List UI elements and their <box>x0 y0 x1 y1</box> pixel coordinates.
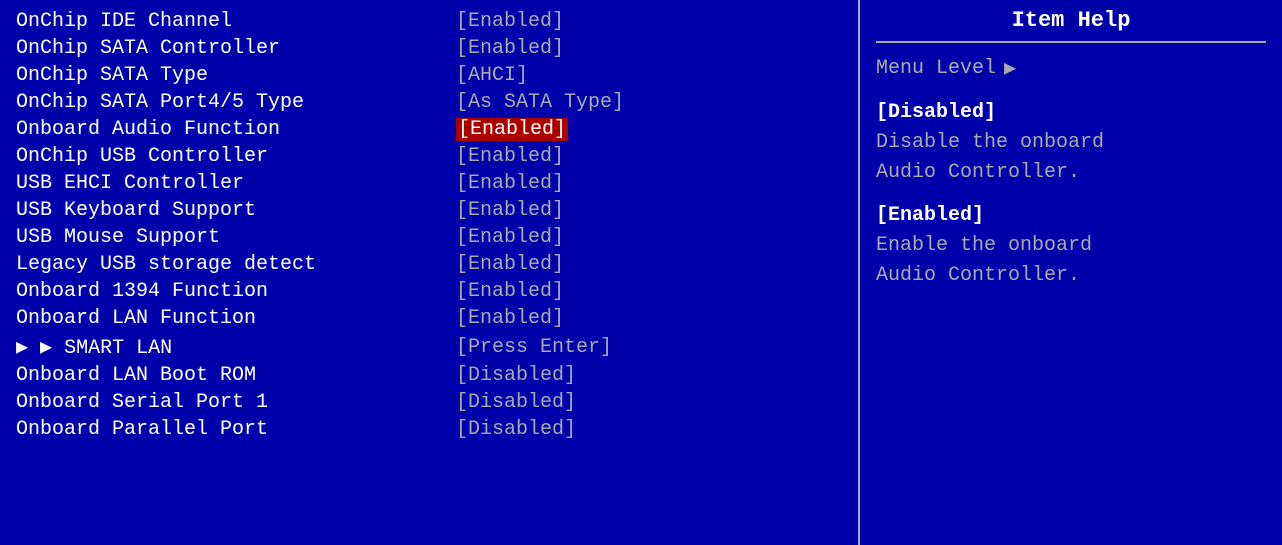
row-label: Onboard LAN Function <box>16 307 456 330</box>
table-row[interactable]: ▶ SMART LAN[Press Enter] <box>16 332 842 362</box>
row-label: ▶ SMART LAN <box>16 334 456 360</box>
table-row[interactable]: Onboard Audio Function[Enabled] <box>16 116 842 143</box>
help-enabled-line1: Enable the onboard <box>876 231 1266 261</box>
row-value: [Enabled] <box>456 280 564 303</box>
table-row[interactable]: OnChip SATA Port4/5 Type[As SATA Type] <box>16 89 842 116</box>
table-row[interactable]: USB Mouse Support[Enabled] <box>16 224 842 251</box>
help-disabled-section: [Disabled] Disable the onboard Audio Con… <box>876 101 1266 188</box>
row-label: Onboard Audio Function <box>16 118 456 141</box>
row-label: Onboard Serial Port 1 <box>16 391 456 414</box>
row-value: [AHCI] <box>456 64 528 87</box>
table-row[interactable]: Onboard LAN Boot ROM[Disabled] <box>16 362 842 389</box>
row-value: [Enabled] <box>456 253 564 276</box>
row-value: [Disabled] <box>456 418 576 441</box>
row-label: Onboard LAN Boot ROM <box>16 364 456 387</box>
row-label: Onboard Parallel Port <box>16 418 456 441</box>
help-enabled-section: [Enabled] Enable the onboard Audio Contr… <box>876 204 1266 291</box>
table-row[interactable]: USB EHCI Controller[Enabled] <box>16 170 842 197</box>
row-value: [Enabled] <box>456 10 564 33</box>
row-value: [Enabled] <box>456 307 564 330</box>
table-row[interactable]: Legacy USB storage detect[Enabled] <box>16 251 842 278</box>
row-value: [Press Enter] <box>456 336 612 359</box>
row-label: USB EHCI Controller <box>16 172 456 195</box>
table-row[interactable]: Onboard Serial Port 1[Disabled] <box>16 389 842 416</box>
row-value: [Enabled] <box>456 118 568 141</box>
row-value: [Enabled] <box>456 145 564 168</box>
table-row[interactable]: OnChip SATA Controller[Enabled] <box>16 35 842 62</box>
menu-level-label: Menu Level <box>876 57 996 80</box>
row-label: OnChip SATA Controller <box>16 37 456 60</box>
row-value: [Disabled] <box>456 391 576 414</box>
row-label: USB Keyboard Support <box>16 199 456 222</box>
table-row[interactable]: Onboard Parallel Port[Disabled] <box>16 416 842 443</box>
table-row[interactable]: OnChip USB Controller[Enabled] <box>16 143 842 170</box>
row-label: OnChip SATA Type <box>16 64 456 87</box>
help-enabled-line2: Audio Controller. <box>876 261 1266 291</box>
row-label: OnChip SATA Port4/5 Type <box>16 91 456 114</box>
row-label: OnChip IDE Channel <box>16 10 456 33</box>
row-label: USB Mouse Support <box>16 226 456 249</box>
row-value: [Enabled] <box>456 226 564 249</box>
right-panel: Item Help Menu Level ▶ [Disabled] Disabl… <box>860 0 1282 545</box>
row-label: Legacy USB storage detect <box>16 253 456 276</box>
row-value: [Enabled] <box>456 199 564 222</box>
row-value: [Disabled] <box>456 364 576 387</box>
help-disabled-option: [Disabled] <box>876 101 1266 124</box>
item-help-title: Item Help <box>876 8 1266 43</box>
table-row[interactable]: OnChip SATA Type[AHCI] <box>16 62 842 89</box>
table-row[interactable]: Onboard LAN Function[Enabled] <box>16 305 842 332</box>
bios-screen: OnChip IDE Channel[Enabled]OnChip SATA C… <box>0 0 1282 545</box>
menu-level-row: Menu Level ▶ <box>876 55 1266 81</box>
help-disabled-line1: Disable the onboard <box>876 128 1266 158</box>
row-label: OnChip USB Controller <box>16 145 456 168</box>
row-label: Onboard 1394 Function <box>16 280 456 303</box>
menu-level-arrow: ▶ <box>1004 55 1016 81</box>
row-value: [As SATA Type] <box>456 91 624 114</box>
help-disabled-line2: Audio Controller. <box>876 158 1266 188</box>
row-value: [Enabled] <box>456 37 564 60</box>
table-row[interactable]: Onboard 1394 Function[Enabled] <box>16 278 842 305</box>
row-value: [Enabled] <box>456 172 564 195</box>
table-row[interactable]: USB Keyboard Support[Enabled] <box>16 197 842 224</box>
main-panel: OnChip IDE Channel[Enabled]OnChip SATA C… <box>0 0 860 545</box>
table-row[interactable]: OnChip IDE Channel[Enabled] <box>16 8 842 35</box>
help-enabled-option: [Enabled] <box>876 204 1266 227</box>
